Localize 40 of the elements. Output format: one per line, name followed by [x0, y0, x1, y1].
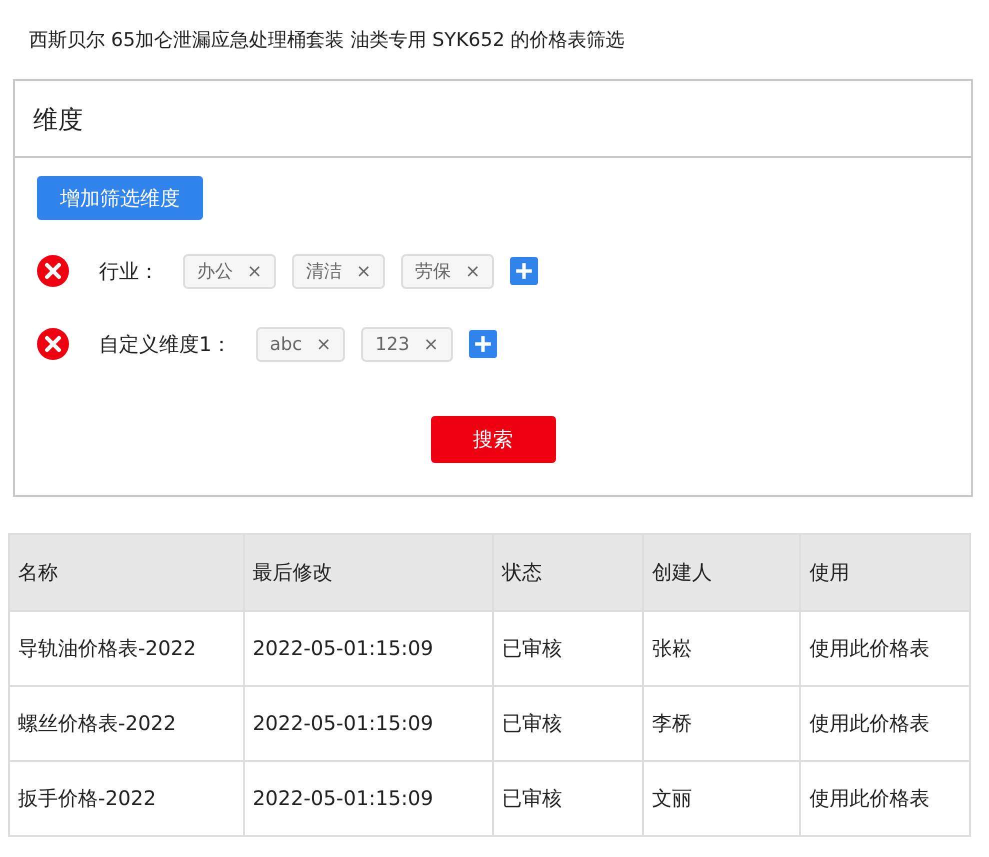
tag-text: 清洁 [306, 260, 342, 284]
tag-remove-glyph[interactable]: × [424, 330, 439, 358]
dimension-label: 行业： [99, 258, 159, 285]
tag-text: abc [270, 332, 302, 356]
use-link[interactable]: 使用此价格表 [800, 686, 970, 760]
column-header: 状态 [493, 534, 643, 610]
tag-text: 123 [375, 332, 410, 356]
dimension-label: 自定义维度1： [99, 331, 232, 358]
tag-remove-glyph[interactable]: × [356, 258, 372, 284]
page-title: 西斯贝尔 65加仑泄漏应急处理桶套装 油类专用 SYK652 的价格表筛选 [29, 28, 626, 53]
table-cell: 已审核 [493, 686, 643, 760]
table-cell: 李桥 [642, 686, 800, 760]
tag-remove-glyph[interactable]: × [465, 258, 480, 284]
tag-text: 劳保 [415, 260, 452, 284]
column-header: 名称 [9, 534, 244, 610]
table-cell: 已审核 [493, 760, 643, 836]
tag-remove-glyph[interactable]: × [247, 258, 262, 284]
table-cell: 扳手价格-2022 [9, 760, 244, 836]
column-header: 最后修改 [244, 534, 494, 610]
table-cell: 张崧 [642, 610, 800, 686]
remove-dimension-icon[interactable] [37, 255, 69, 287]
use-link[interactable]: 使用此价格表 [800, 760, 970, 836]
search-button[interactable]: 搜索 [430, 416, 556, 462]
remove-dimension-icon[interactable] [37, 328, 69, 360]
table-cell: 2022-05-01:15:09 [244, 760, 494, 836]
add-tag-icon[interactable] [510, 257, 538, 285]
add-tag-icon[interactable] [468, 330, 497, 358]
table-cell: 导轨油价格表-2022 [9, 610, 244, 686]
add-dimension-button[interactable]: 增加筛选维度 [37, 176, 203, 220]
column-header: 使用 [800, 534, 970, 610]
table-cell: 已审核 [493, 610, 643, 686]
tag-remove-glyph[interactable]: × [316, 330, 332, 358]
use-link[interactable]: 使用此价格表 [800, 610, 970, 686]
table-cell: 文丽 [642, 760, 800, 836]
panel-title: 维度 [15, 80, 971, 158]
table-cell: 2022-05-01:15:09 [244, 686, 494, 760]
table-cell: 螺丝价格表-2022 [9, 686, 244, 760]
column-header: 创建人 [642, 534, 800, 610]
tag-text: 办公 [197, 260, 233, 284]
table-cell: 2022-05-01:15:09 [244, 610, 494, 686]
